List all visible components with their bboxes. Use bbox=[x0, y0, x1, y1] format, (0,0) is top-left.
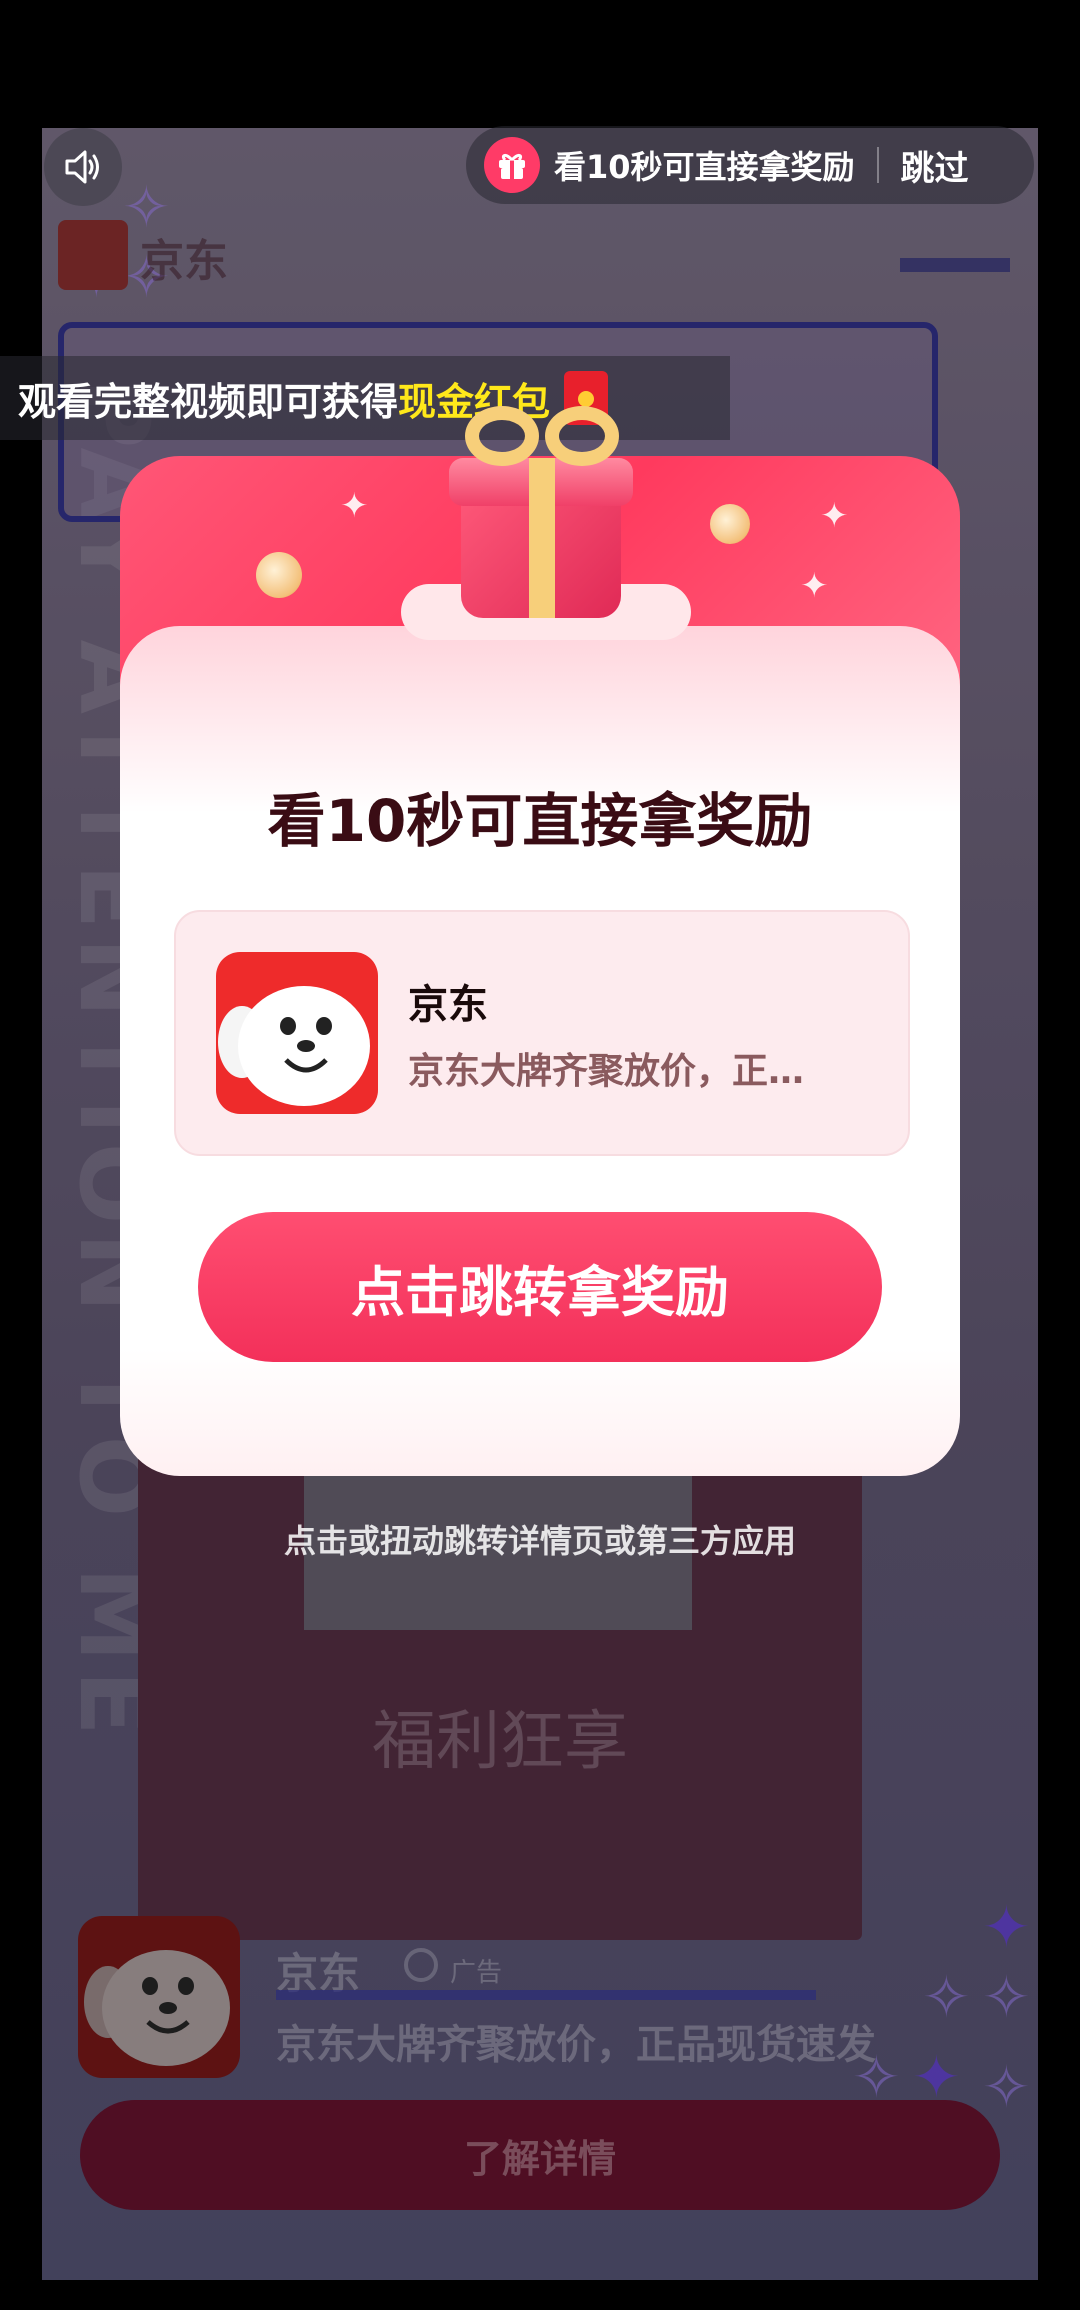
jump-to-reward-button[interactable]: 点击跳转拿奖励 bbox=[198, 1212, 882, 1362]
sound-toggle-button[interactable] bbox=[44, 128, 122, 206]
jd-dog-icon bbox=[218, 986, 370, 1106]
interaction-hint: 点击或扭动跳转详情页或第三方应用 bbox=[283, 1522, 796, 1560]
skip-button[interactable]: 跳过 bbox=[901, 141, 969, 190]
gift-box-icon bbox=[401, 406, 691, 646]
ad-screen: PAY ATTENTION TO ME ✧ ✧ ✧ ✦ ✧ ✧ ✦ ✧ ✧ 京东… bbox=[0, 0, 1080, 2310]
reward-dialog: ✦ ✦ ✦ 看10秒可直接拿奖励 京东 京东大牌齐聚放价，正… 点击跳转拿奖励 bbox=[120, 406, 960, 1476]
speaker-icon bbox=[65, 150, 99, 184]
sparkle-icon: ✦ bbox=[820, 496, 849, 536]
pill-divider bbox=[876, 147, 879, 183]
banner-text: 观看完整视频即可获得 bbox=[18, 379, 399, 424]
coin-icon bbox=[710, 504, 750, 544]
reward-countdown-text: 看10秒可直接拿奖励 bbox=[554, 148, 855, 186]
reward-countdown-pill: 看10秒可直接拿奖励 跳过 bbox=[466, 126, 1034, 204]
app-card[interactable]: 京东 京东大牌齐聚放价，正… bbox=[174, 910, 910, 1156]
coin-icon bbox=[256, 552, 302, 598]
dialog-title: 看10秒可直接拿奖励 bbox=[267, 787, 813, 855]
sparkle-icon: ✦ bbox=[800, 566, 829, 606]
app-name: 京东 bbox=[408, 982, 488, 1028]
app-description: 京东大牌齐聚放价，正… bbox=[408, 1051, 805, 1092]
sparkle-icon: ✦ bbox=[340, 486, 369, 526]
app-icon bbox=[216, 952, 378, 1114]
gift-icon bbox=[484, 137, 540, 193]
